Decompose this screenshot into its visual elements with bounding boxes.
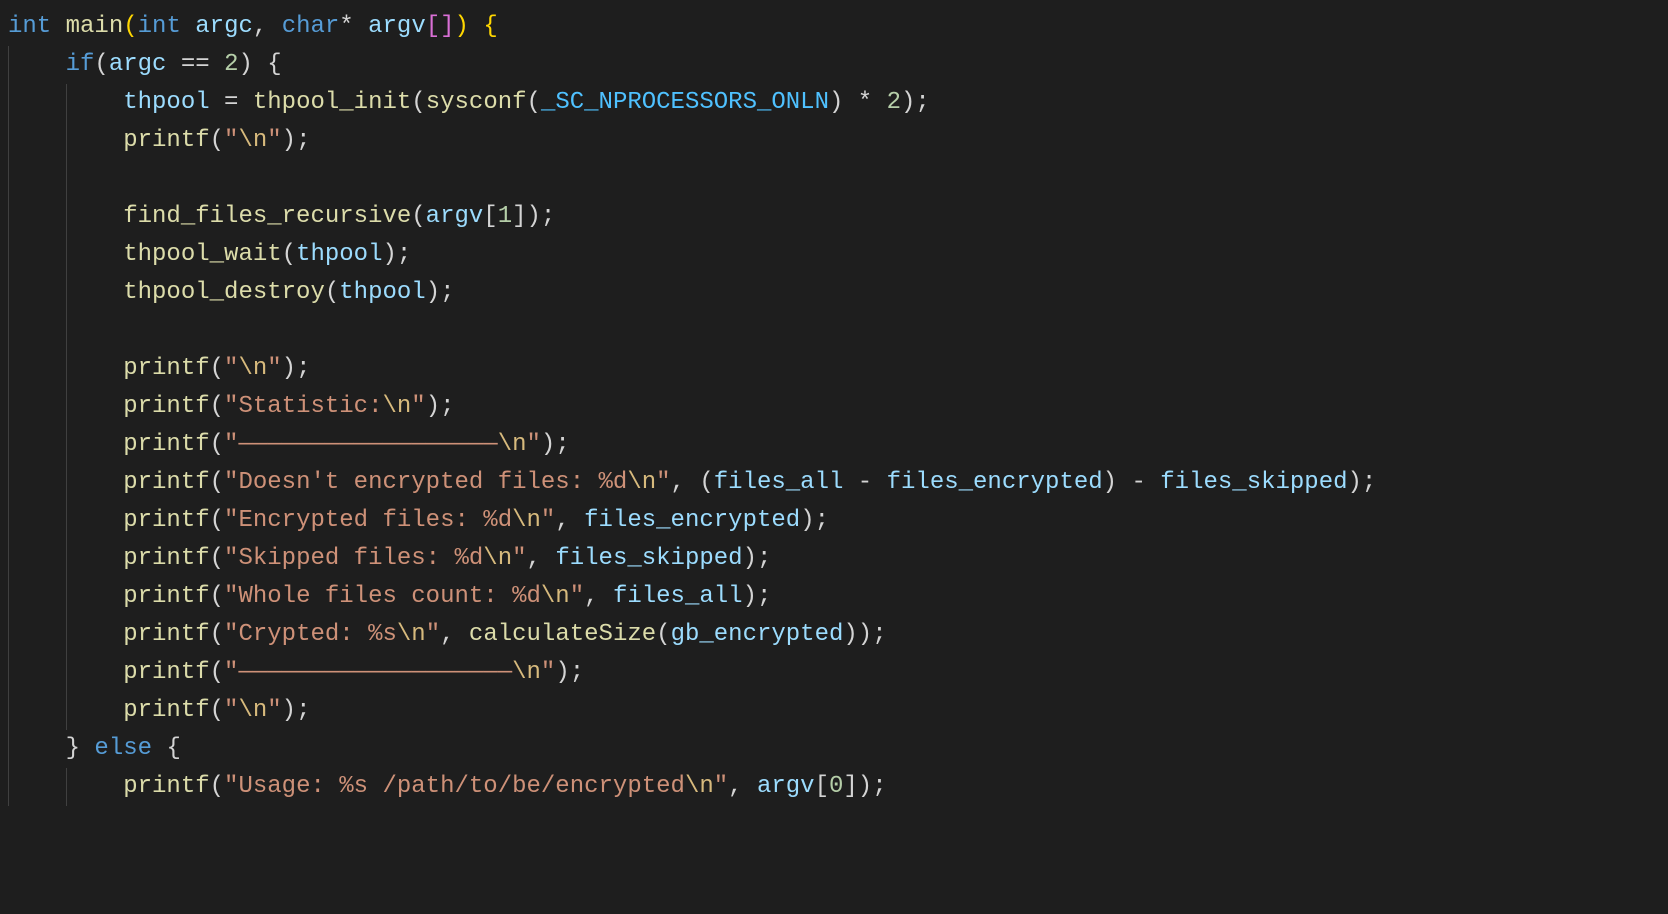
number-2: 2: [887, 89, 901, 116]
keyword-char: char: [282, 13, 340, 40]
brace-close: }: [66, 735, 80, 762]
string-literal: "\n": [224, 697, 282, 724]
fn-printf: printf: [123, 507, 209, 534]
bracket-open: [: [426, 13, 440, 40]
string-literal: "\n": [224, 355, 282, 382]
string-literal: "Statistic:\n": [224, 393, 426, 420]
string-literal: "———————————————————\n": [224, 659, 555, 686]
keyword-if: if: [66, 51, 95, 78]
fn-printf: printf: [123, 545, 209, 572]
fn-printf: printf: [123, 773, 209, 800]
string-literal: "\n": [224, 127, 282, 154]
identifier-files-skipped: files_skipped: [555, 545, 742, 572]
code-editor[interactable]: int main(int argc, char* argv[]) { if(ar…: [0, 0, 1668, 806]
keyword-int: int: [8, 13, 51, 40]
fn-printf: printf: [123, 697, 209, 724]
number-2: 2: [224, 51, 238, 78]
identifier-thpool: thpool: [296, 241, 382, 268]
fn-printf: printf: [123, 469, 209, 496]
string-literal: "Usage: %s /path/to/be/encrypted\n": [224, 773, 728, 800]
star: *: [339, 13, 353, 40]
fn-thpool-init: thpool_init: [253, 89, 411, 116]
number-1: 1: [498, 203, 512, 230]
fn-printf: printf: [123, 127, 209, 154]
fn-printf: printf: [123, 393, 209, 420]
fn-printf: printf: [123, 659, 209, 686]
identifier-argv: argv: [426, 203, 484, 230]
identifier-files-all: files_all: [613, 583, 743, 610]
const-sc-nprocessors: _SC_NPROCESSORS_ONLN: [541, 89, 829, 116]
fn-find-files-recursive: find_files_recursive: [123, 203, 411, 230]
paren-open: (: [123, 13, 137, 40]
fn-printf: printf: [123, 621, 209, 648]
brace-open: {: [267, 51, 281, 78]
fn-sysconf: sysconf: [426, 89, 527, 116]
identifier-files-encrypted: files_encrypted: [887, 469, 1103, 496]
fn-thpool-destroy: thpool_destroy: [123, 279, 325, 306]
keyword-else: else: [94, 735, 152, 762]
identifier-argv: argv: [757, 773, 815, 800]
identifier-files-all: files_all: [714, 469, 844, 496]
number-0: 0: [829, 773, 843, 800]
identifier-argv: argv: [368, 13, 426, 40]
identifier-files-skipped: files_skipped: [1160, 469, 1347, 496]
identifier-argc: argc: [109, 51, 167, 78]
fn-printf: printf: [123, 431, 209, 458]
string-literal: "Encrypted files: %d\n": [224, 507, 555, 534]
identifier-gb-encrypted: gb_encrypted: [671, 621, 844, 648]
brace-open: {: [166, 735, 180, 762]
string-literal: "Whole files count: %d\n": [224, 583, 584, 610]
identifier-argc: argc: [195, 13, 253, 40]
string-literal: "Doesn't encrypted files: %d\n": [224, 469, 671, 496]
fn-thpool-wait: thpool_wait: [123, 241, 281, 268]
fn-calculateSize: calculateSize: [469, 621, 656, 648]
brace-open: {: [483, 13, 497, 40]
paren-close: ): [455, 13, 469, 40]
string-literal: "——————————————————\n": [224, 431, 541, 458]
fn-printf: printf: [123, 355, 209, 382]
identifier-thpool: thpool: [123, 89, 209, 116]
keyword-int: int: [138, 13, 181, 40]
identifier-main: main: [66, 13, 124, 40]
comma: ,: [253, 13, 267, 40]
bracket-close: ]: [440, 13, 454, 40]
string-literal: "Skipped files: %d\n": [224, 545, 526, 572]
fn-printf: printf: [123, 583, 209, 610]
identifier-thpool: thpool: [339, 279, 425, 306]
identifier-files-encrypted: files_encrypted: [584, 507, 800, 534]
string-literal: "Crypted: %s\n": [224, 621, 440, 648]
